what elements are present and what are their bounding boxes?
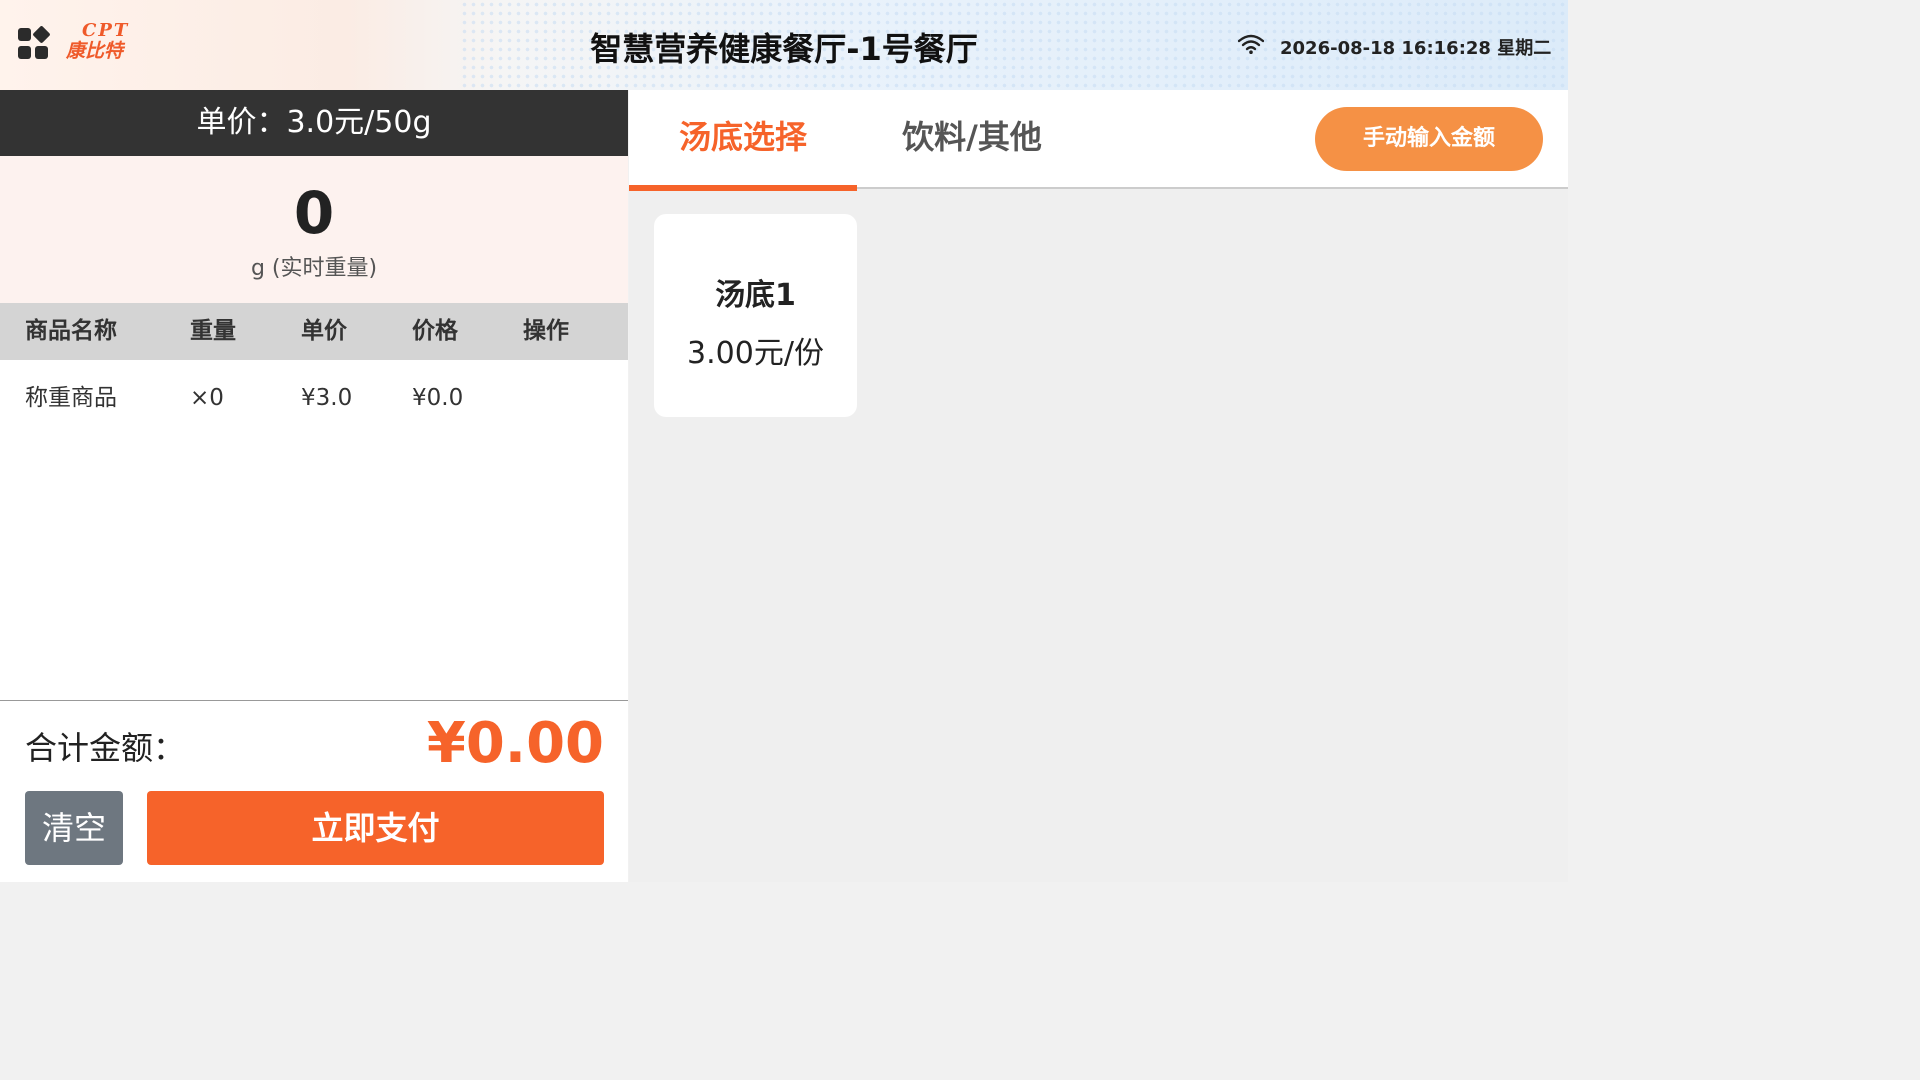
top-header: CPT 康比特 智慧营养健康餐厅-1号餐厅 2026-08-18 16:16:2… bbox=[0, 0, 1568, 90]
unit-price-bar: 单价：3.0元/50g bbox=[0, 90, 628, 156]
table-row: 称重商品 ×0 ¥3.0 ¥0.0 bbox=[0, 360, 628, 436]
wifi-icon bbox=[1238, 34, 1264, 54]
category-tabs: 汤底选择 饮料/其他 手动输入金额 bbox=[629, 90, 1568, 191]
apps-icon[interactable] bbox=[18, 25, 51, 62]
product-name: 汤底1 bbox=[715, 278, 796, 313]
product-panel: 汤底选择 饮料/其他 手动输入金额 汤底1 3.00元/份 bbox=[629, 90, 1568, 882]
item-weight: ×0 bbox=[190, 385, 224, 411]
datetime-display: 2026-08-18 16:16:28 星期二 bbox=[1280, 38, 1552, 59]
column-header-name: 商品名称 bbox=[25, 318, 117, 344]
order-footer: 合计金额： ¥0.00 清空 立即支付 bbox=[0, 700, 628, 882]
weight-value: 0 bbox=[293, 179, 335, 247]
column-header-weight: 重量 bbox=[190, 318, 236, 344]
item-price: ¥0.0 bbox=[412, 385, 464, 411]
item-unit-price: ¥3.0 bbox=[301, 385, 353, 411]
manual-amount-button[interactable]: 手动输入金额 bbox=[1315, 107, 1543, 171]
total-amount: ¥0.00 bbox=[426, 711, 604, 776]
total-label: 合计金额： bbox=[25, 729, 186, 767]
pay-now-button[interactable]: 立即支付 bbox=[147, 791, 604, 865]
item-name: 称重商品 bbox=[25, 385, 117, 411]
clear-button[interactable]: 清空 bbox=[25, 791, 123, 865]
page-title: 智慧营养健康餐厅-1号餐厅 bbox=[590, 30, 978, 68]
product-price: 3.00元/份 bbox=[687, 336, 824, 371]
column-header-action: 操作 bbox=[523, 318, 569, 344]
weight-unit-label: g (实时重量) bbox=[250, 256, 378, 281]
weight-display: 0 g (实时重量) bbox=[0, 156, 628, 303]
tab-drinks-other[interactable]: 饮料/其他 bbox=[887, 90, 1057, 189]
order-panel: 单价：3.0元/50g 0 g (实时重量) 商品名称 重量 单价 价格 操作 … bbox=[0, 90, 628, 882]
column-header-price: 价格 bbox=[412, 318, 458, 344]
brand-logo: CPT 康比特 bbox=[66, 20, 130, 62]
column-header-unit-price: 单价 bbox=[301, 318, 347, 344]
product-card[interactable]: 汤底1 3.00元/份 bbox=[654, 214, 857, 417]
tab-soup-base[interactable]: 汤底选择 bbox=[629, 90, 857, 191]
table-header: 商品名称 重量 单价 价格 操作 bbox=[0, 303, 628, 360]
